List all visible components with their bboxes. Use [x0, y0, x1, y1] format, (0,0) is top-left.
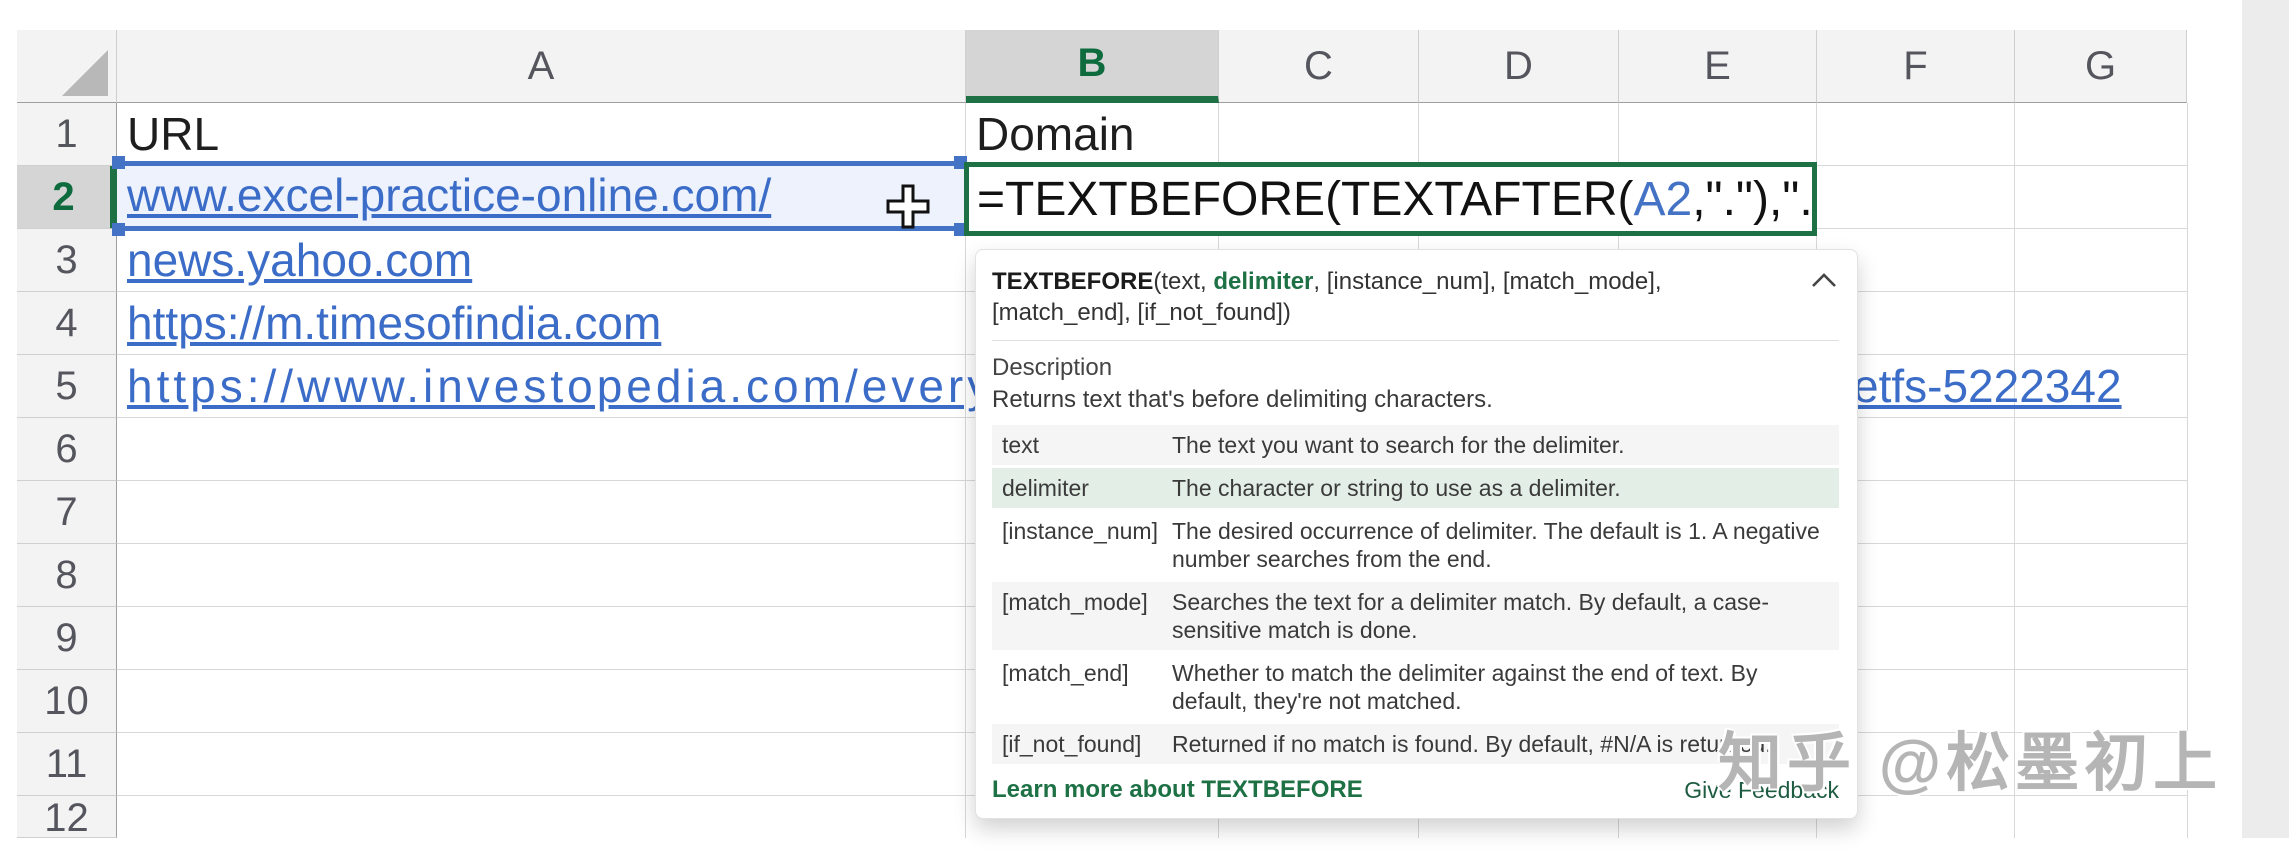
description-label: Description: [992, 354, 1113, 381]
formula-text-prefix: =TEXTBEFORE(TEXTAFTER(: [977, 172, 1634, 226]
row-header-10[interactable]: 10: [17, 670, 117, 733]
column-header-G[interactable]: G: [2015, 30, 2187, 103]
parameter-name: [match_end]: [1002, 660, 1129, 686]
parameter-description: Whether to match the delimiter against t…: [1172, 660, 1758, 714]
function-name: TEXTBEFORE: [992, 268, 1154, 295]
learn-more-link[interactable]: Learn more about TEXTBEFORE: [992, 776, 1363, 804]
reference-handle-bottom-left[interactable]: [112, 223, 125, 236]
parameter-name: [instance_num]: [1002, 518, 1158, 544]
column-header-A[interactable]: A: [117, 30, 966, 103]
chevron-up-icon[interactable]: [1809, 270, 1839, 290]
parameter-row-matchend: [match_end] Whether to match the delimite…: [992, 653, 1839, 721]
parameter-description: The character or string to use as a deli…: [1172, 475, 1621, 501]
column-header-E[interactable]: E: [1619, 30, 1817, 103]
parameter-row-delimiter: delimiter The character or string to use …: [992, 468, 1839, 508]
function-signature: TEXTBEFORE(text, delimiter, [instance_nu…: [992, 268, 1662, 326]
excel-worksheet: ABCDEFG 1 2 3 4 5 6 7 8 9 10 11 12 URL Domain news.…: [0, 0, 2289, 851]
row-header-2[interactable]: 2: [17, 166, 117, 229]
formula-cell-reference: A2: [1633, 172, 1693, 226]
watermark: 知乎 @松墨初上: [1718, 727, 2223, 799]
row-header-12[interactable]: 12: [17, 796, 117, 840]
cell-B1[interactable]: Domain: [976, 103, 1135, 166]
parameter-row-text: text The text you want to search for the …: [992, 425, 1839, 465]
cell-A3[interactable]: news.yahoo.com: [127, 229, 472, 292]
select-all-triangle-icon: [62, 50, 108, 96]
column-header-D[interactable]: D: [1419, 30, 1619, 103]
parameter-row-ifnotfound: [if_not_found] Returned if no match is fo…: [992, 724, 1839, 764]
row-header-8[interactable]: 8: [17, 544, 117, 607]
cell-A5-overflow[interactable]: etfs-5222342: [1853, 355, 2122, 418]
row-header-column: 1 2 3 4 5 6 7 8 9 10 11 12: [17, 103, 117, 840]
row-header-9[interactable]: 9: [17, 607, 117, 670]
description-text: Returns text that's before delimiting ch…: [992, 386, 1493, 413]
parameter-row-instancenum: [instance_num] The desired occurrence of …: [992, 511, 1839, 579]
column-header-C[interactable]: C: [1219, 30, 1419, 103]
row-header-1[interactable]: 1: [17, 103, 117, 166]
parameter-description: The text you want to search for the deli…: [1172, 432, 1625, 458]
parameter-row-matchmode: [match_mode] Searches the text for a deli…: [992, 582, 1839, 650]
bottom-margin: [0, 838, 2289, 851]
cell-cursor-icon: [886, 184, 930, 229]
right-margin: [2242, 0, 2289, 851]
row-header-6[interactable]: 6: [17, 418, 117, 481]
parameter-description: The desired occurrence of delimiter. The…: [1172, 518, 1820, 572]
select-all-button[interactable]: [17, 30, 117, 103]
hyperlink-A3[interactable]: news.yahoo.com: [127, 234, 472, 286]
active-argument: delimiter: [1213, 268, 1314, 295]
formula-edit-cell-B2[interactable]: =TEXTBEFORE(TEXTAFTER(A2 ,"."),".": [964, 162, 1817, 236]
hyperlink-A5-right-fragment[interactable]: etfs-5222342: [1853, 360, 2122, 412]
parameter-table: text The text you want to search for the …: [992, 425, 1839, 764]
parameter-name: text: [1002, 432, 1040, 458]
column-header-B[interactable]: B: [966, 30, 1219, 103]
parameter-name: [match_mode]: [1002, 589, 1148, 615]
parameter-description: Searches the text for a delimiter match.…: [1172, 589, 1770, 643]
row-header-3[interactable]: 3: [17, 229, 117, 292]
parameter-name: delimiter: [1002, 475, 1089, 501]
row-header-11[interactable]: 11: [17, 733, 117, 796]
reference-handle-top-left[interactable]: [112, 156, 125, 169]
cell-A2-reference-highlight[interactable]: www.excel-practice-online.com/: [117, 161, 966, 231]
row-header-7[interactable]: 7: [17, 481, 117, 544]
cell-A1[interactable]: URL: [127, 103, 219, 166]
hyperlink-A4[interactable]: https://m.timesofindia.com: [127, 297, 661, 349]
column-header-row: ABCDEFG: [17, 30, 2187, 103]
tooltip-divider: [992, 340, 1839, 341]
column-header-F[interactable]: F: [1817, 30, 2015, 103]
formula-text-suffix: ,"."),".": [1692, 172, 1817, 226]
row-header-4[interactable]: 4: [17, 292, 117, 355]
parameter-name: [if_not_found]: [1002, 731, 1142, 757]
row-header-5[interactable]: 5: [17, 355, 117, 418]
cell-A4[interactable]: https://m.timesofindia.com: [127, 292, 661, 355]
hyperlink-A2[interactable]: www.excel-practice-online.com/: [127, 166, 966, 226]
